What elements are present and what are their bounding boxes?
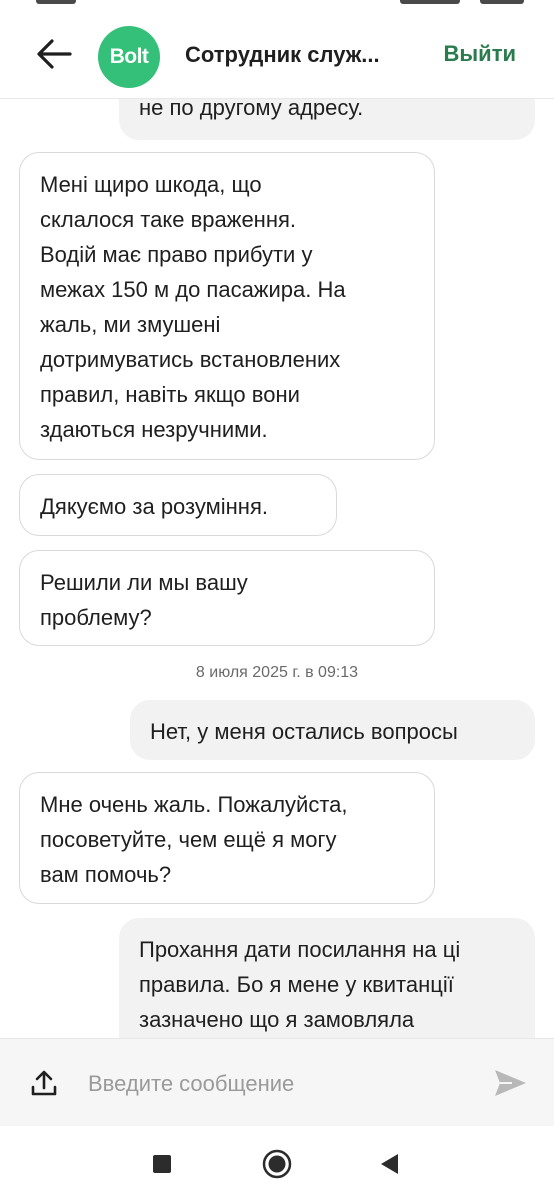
- message-incoming: Мені щиро шкода, що склалося таке вражен…: [19, 152, 435, 460]
- message-outgoing: Прохання дати посилання на ці правила. Б…: [119, 918, 535, 1038]
- back-triangle-icon[interactable]: [374, 1148, 406, 1180]
- date-separator: 8 июля 2025 г. в 09:13: [195, 664, 359, 681]
- status-bar: [0, 0, 554, 8]
- message-outgoing: Нет, у меня остались вопросы: [130, 700, 535, 760]
- chat-title: Сотрудник служ...: [185, 42, 380, 67]
- bolt-logo: Bolt: [98, 26, 160, 88]
- arrow-left-icon: [37, 39, 72, 69]
- message-incoming: Мне очень жаль. Пожалуйста, посоветуйте,…: [19, 772, 435, 904]
- home-circle-icon[interactable]: [261, 1148, 293, 1180]
- exit-button[interactable]: Выйти: [444, 41, 517, 67]
- system-navigation-bar: [0, 1126, 554, 1200]
- message-composer: [0, 1038, 554, 1127]
- message-outgoing: не по другому адресу.: [119, 98, 535, 140]
- back-button[interactable]: [30, 30, 78, 78]
- chat-messages: не по другому адресу. Мені щиро шкода, щ…: [0, 98, 554, 1038]
- message-input[interactable]: [86, 1061, 480, 1107]
- status-battery-fragment: [480, 0, 524, 4]
- message-incoming: Решили ли мы вашу проблему?: [19, 550, 435, 646]
- send-icon[interactable]: [492, 1067, 528, 1099]
- recents-square-icon[interactable]: [146, 1148, 178, 1180]
- message-incoming: Дякуємо за розуміння.: [19, 474, 337, 536]
- status-time-fragment: [36, 0, 76, 4]
- status-signal-fragment: [400, 0, 460, 4]
- upload-icon[interactable]: [30, 1069, 58, 1097]
- chat-header: Bolt Сотрудник служ... Выйти: [0, 8, 554, 99]
